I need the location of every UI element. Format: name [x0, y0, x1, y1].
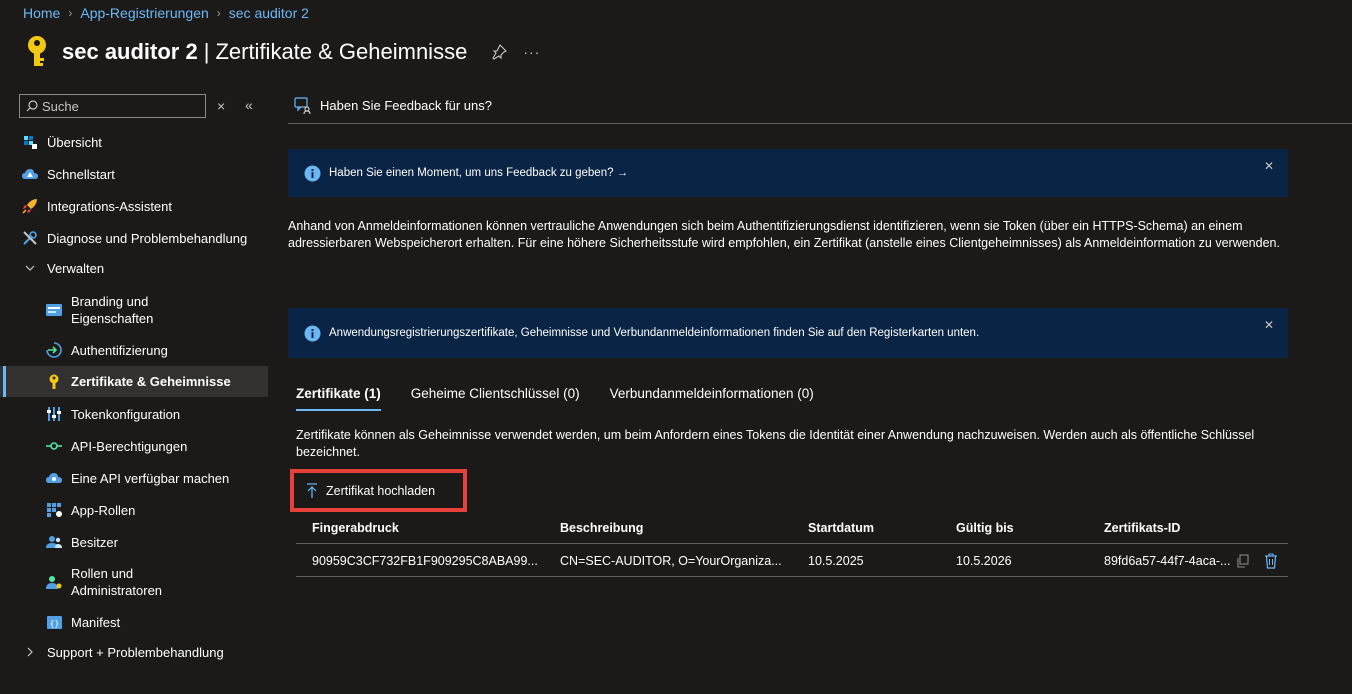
upload-icon [307, 482, 317, 498]
sidebar-item-expose-api[interactable]: Eine API verfügbar machen [0, 468, 268, 488]
wrench-icon [21, 229, 39, 247]
feedback-banner-text[interactable]: Haben Sie einen Moment, um uns Feedback … [329, 167, 628, 179]
column-header-expires: Gültig bis [956, 521, 1014, 535]
row-actions [1236, 553, 1278, 569]
column-header-start-date: Startdatum [808, 521, 874, 535]
app-roles-icon [45, 501, 63, 519]
roles-admins-icon [45, 573, 63, 591]
rocket-icon [21, 197, 39, 215]
title-separator: | [203, 39, 210, 64]
feedback-icon [294, 96, 311, 114]
chevron-right-icon [21, 643, 39, 661]
key-icon [28, 36, 46, 66]
svg-text:{}: {} [49, 619, 59, 628]
sidebar-item-token-config[interactable]: Tokenkonfiguration [0, 404, 268, 424]
cell-thumbprint: 90959C3CF732FB1F909295C8ABA99... [312, 554, 538, 568]
more-options-icon[interactable]: ··· [523, 44, 540, 60]
tab-federated-credentials[interactable]: Verbundanmeldeinformationen (0) [610, 386, 814, 411]
delete-icon[interactable] [1264, 553, 1278, 569]
column-header-thumbprint: Fingerabdruck [312, 521, 399, 535]
chevron-down-icon [21, 259, 39, 277]
manifest-icon: {} [45, 613, 63, 631]
sidebar-item-roles-admins[interactable]: Rollen und Administratoren [0, 564, 268, 600]
sidebar-item-api-permissions[interactable]: API-Berechtigungen [0, 436, 268, 456]
owners-icon [45, 533, 63, 551]
close-icon[interactable]: ✕ [1264, 318, 1274, 332]
sidebar-item-support[interactable]: Support + Problembehandlung [0, 642, 268, 662]
cell-certificate-id: 89fd6a57-44f7-4aca-... [1104, 554, 1231, 568]
sidebar-item-branding[interactable]: Branding und Eigenschaften [0, 292, 268, 328]
breadcrumb: Home › App-Registrierungen › sec auditor… [23, 5, 309, 21]
info-icon [304, 325, 321, 341]
page-header: sec auditor 2 | Zertifikate & Geheimniss… [22, 32, 540, 72]
feedback-bar[interactable]: Haben Sie Feedback für uns? [288, 88, 1352, 124]
sidebar-search[interactable] [19, 94, 206, 118]
sidebar-item-manifest[interactable]: {} Manifest [0, 612, 268, 632]
cell-description: CN=SEC-AUDITOR, O=YourOrganiza... [560, 554, 782, 568]
breadcrumb-app[interactable]: sec auditor 2 [229, 5, 309, 21]
tab-client-secrets[interactable]: Geheime Clientschlüssel (0) [411, 386, 580, 411]
column-header-certificate-id: Zertifikats-ID [1104, 521, 1181, 535]
tab-certificates[interactable]: Zertifikate (1) [296, 386, 381, 411]
page-title: Zertifikate & Geheimnisse [215, 39, 468, 64]
upload-certificate-label: Zertifikat hochladen [326, 483, 436, 498]
expose-api-cloud-icon [45, 469, 63, 487]
certificates-description: Zertifikate können als Geheimnisse verwe… [296, 428, 1255, 459]
feedback-label[interactable]: Haben Sie Feedback für uns? [320, 98, 492, 113]
token-config-icon [45, 405, 63, 423]
info-icon [304, 165, 321, 181]
api-permissions-icon [45, 437, 63, 455]
sidebar-item-owners[interactable]: Besitzer [0, 532, 268, 552]
cell-expires: 10.5.2026 [956, 554, 1012, 568]
breadcrumb-app-registrations[interactable]: App-Registrierungen [80, 5, 208, 21]
sidebar-item-overview[interactable]: Übersicht [0, 132, 268, 152]
certificates-table-header: Fingerabdruck Beschreibung Startdatum Gü… [296, 512, 1288, 544]
feedback-banner: Haben Sie einen Moment, um uns Feedback … [288, 149, 1288, 197]
sidebar-item-app-roles[interactable]: App-Rollen [0, 500, 268, 520]
branding-icon [45, 301, 63, 319]
sidebar: × « Übersicht Schnellstart Integrations-… [0, 88, 268, 694]
sidebar-item-diagnose[interactable]: Diagnose und Problembehandlung [0, 228, 268, 248]
sidebar-item-manage[interactable]: Verwalten [0, 258, 268, 278]
close-icon[interactable]: ✕ [1264, 159, 1274, 173]
tabs-info-text: Anwendungsregistrierungszertifikate, Geh… [329, 327, 980, 339]
collapse-sidebar-icon[interactable]: « [245, 97, 253, 113]
search-input[interactable] [42, 98, 192, 114]
authentication-icon [45, 341, 63, 359]
breadcrumb-home[interactable]: Home [23, 5, 60, 21]
breadcrumb-separator: › [68, 6, 73, 20]
credentials-tabs: Zertifikate (1) Geheime Clientschlüssel … [296, 386, 844, 411]
upload-certificate-button[interactable]: Zertifikat hochladen [290, 469, 467, 512]
quickstart-cloud-icon [21, 165, 39, 183]
app-name: sec auditor 2 [62, 39, 198, 64]
sidebar-item-certificates-secrets[interactable]: Zertifikate & Geheimnisse [0, 366, 268, 397]
column-header-description: Beschreibung [560, 521, 644, 535]
key-icon [45, 373, 63, 391]
sidebar-item-authentication[interactable]: Authentifizierung [0, 340, 268, 360]
copy-icon[interactable] [1236, 554, 1250, 568]
pin-icon[interactable] [491, 44, 508, 60]
overview-icon [21, 133, 39, 151]
tabs-info-banner: Anwendungsregistrierungszertifikate, Geh… [288, 308, 1288, 358]
clear-search-icon[interactable]: × [217, 98, 225, 114]
cell-start-date: 10.5.2025 [808, 554, 864, 568]
sidebar-item-quickstart[interactable]: Schnellstart [0, 164, 268, 184]
credentials-description: Anhand von Anmeldeinformationen können v… [288, 219, 1280, 250]
table-row: 90959C3CF732FB1F909295C8ABA99... CN=SEC-… [296, 545, 1288, 577]
search-icon [26, 100, 38, 112]
sidebar-item-integration-assistant[interactable]: Integrations-Assistent [0, 196, 268, 216]
breadcrumb-separator: › [216, 6, 221, 20]
